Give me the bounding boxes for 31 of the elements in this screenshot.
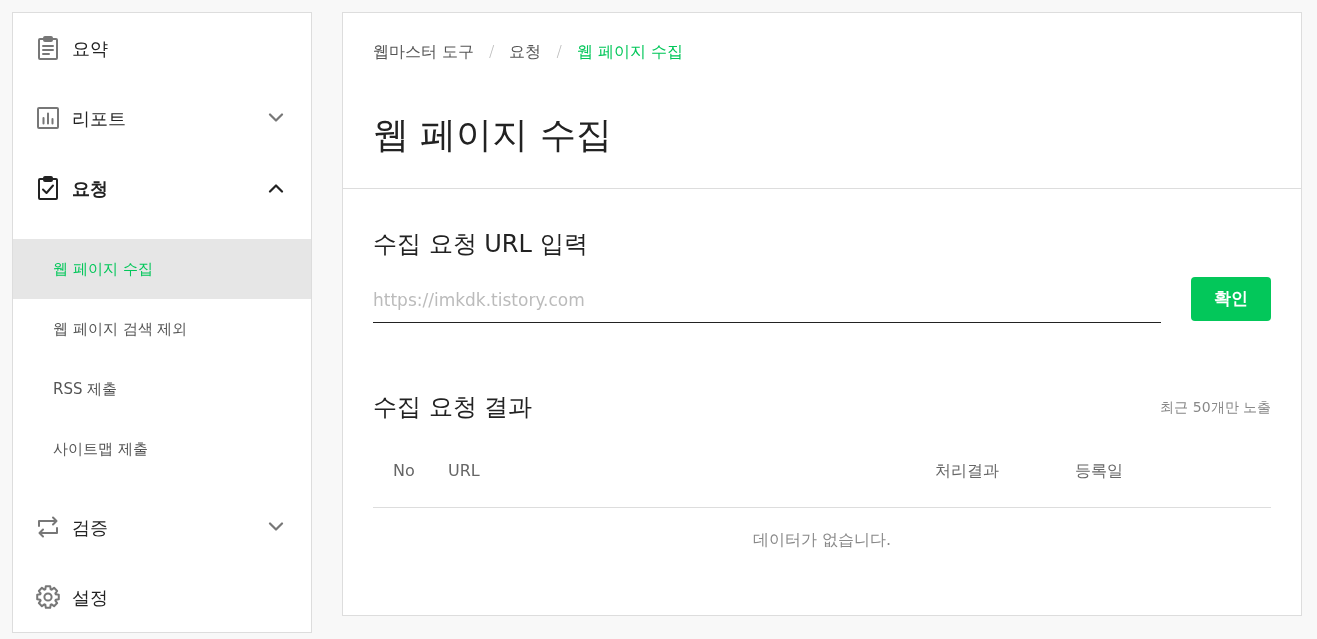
column-header: URL bbox=[428, 435, 915, 507]
bar-chart-icon bbox=[36, 106, 60, 130]
breadcrumb-link[interactable]: 요청 bbox=[509, 41, 542, 63]
breadcrumb-link[interactable]: 웹마스터 도구 bbox=[373, 41, 475, 63]
chevron-down-icon bbox=[268, 113, 284, 123]
empty-message: 데이터가 없습니다. bbox=[752, 529, 892, 552]
column-header: No bbox=[373, 435, 428, 507]
sidebar-item[interactable]: 검증 bbox=[13, 492, 311, 562]
results-note: 최근 50개만 노출 bbox=[1160, 397, 1271, 417]
column-header: 처리결과 bbox=[915, 435, 1055, 507]
section-heading: 수집 요청 결과 bbox=[373, 392, 533, 423]
url-input-field[interactable]: https://imkdk.tistory.com bbox=[373, 277, 1161, 323]
sidebar-item[interactable]: 요약 bbox=[13, 13, 311, 83]
chevron-down-icon bbox=[268, 522, 284, 532]
breadcrumb-separator: / bbox=[556, 41, 562, 63]
breadcrumb-separator: / bbox=[489, 41, 495, 63]
breadcrumb-current: 웹 페이지 수집 bbox=[576, 41, 684, 63]
clipboard-check-icon bbox=[36, 176, 60, 200]
chevron-up-icon bbox=[268, 183, 284, 193]
submenu-item[interactable]: 웹 페이지 검색 제외 bbox=[13, 299, 311, 359]
submenu-item[interactable]: 사이트맵 제출 bbox=[13, 419, 311, 479]
submenu-item[interactable]: RSS 제출 bbox=[13, 359, 311, 419]
sidebar-item[interactable]: 설정 bbox=[13, 562, 311, 632]
section-heading: 수집 요청 URL 입력 bbox=[373, 229, 589, 260]
page-title: 웹 페이지 수집 bbox=[373, 113, 613, 157]
gear-icon bbox=[36, 585, 60, 609]
column-header: 등록일 bbox=[1055, 435, 1271, 507]
sidebar-item[interactable]: 리포트 bbox=[13, 83, 311, 153]
repeat-arrows-icon bbox=[36, 515, 60, 539]
sidebar-item[interactable]: 요청 bbox=[13, 153, 311, 223]
clipboard-list-icon bbox=[36, 36, 60, 60]
